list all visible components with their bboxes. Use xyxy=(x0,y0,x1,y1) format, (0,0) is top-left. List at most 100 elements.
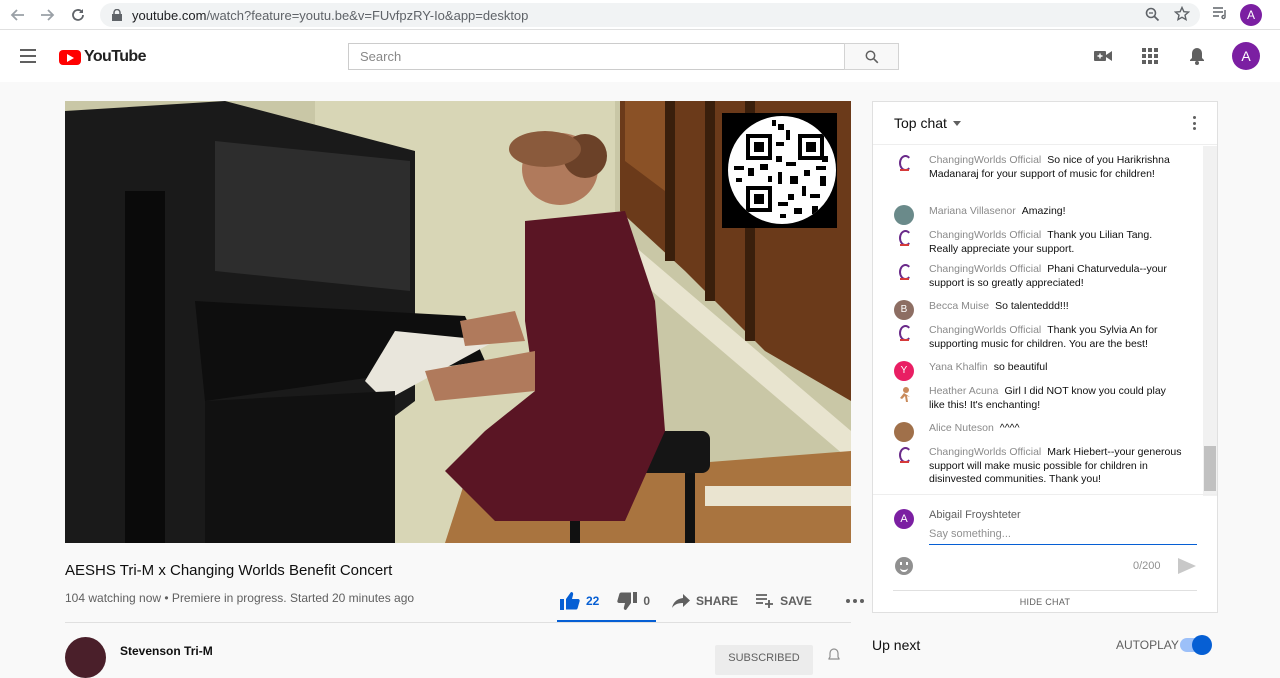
autoplay-label: AUTOPLAY xyxy=(1116,638,1179,652)
chat-author: Yana Khalfin xyxy=(929,361,988,373)
chat-author: Becca Muise xyxy=(929,300,990,312)
youtube-logo[interactable]: YouTube xyxy=(59,48,146,66)
chat-text: So talenteddd!!! xyxy=(995,300,1069,312)
playlist-add-icon xyxy=(756,594,774,608)
changingworlds-logo-icon xyxy=(894,154,914,174)
chat-author: ChangingWorlds Official xyxy=(929,324,1042,336)
youtube-header: YouTube Search A xyxy=(0,30,1280,82)
live-chat-panel: Top chat ChangingWorlds Official So nice … xyxy=(872,101,1218,613)
user-photo-avatar xyxy=(894,422,914,442)
save-button[interactable]: SAVE xyxy=(756,594,812,608)
user-initial-avatar: Y xyxy=(894,361,914,381)
chat-message: B Becca Muise So talenteddd!!! xyxy=(894,300,1184,320)
lock-icon xyxy=(112,8,122,21)
menu-icon[interactable] xyxy=(20,49,36,63)
chat-text: Amazing! xyxy=(1021,205,1066,217)
send-icon[interactable] xyxy=(1178,558,1196,574)
browser-toolbar: youtube.com/watch?feature=youtu.be&v=FUv… xyxy=(0,0,1280,30)
input-user-avatar: A xyxy=(894,509,914,529)
video-player[interactable] xyxy=(65,101,851,543)
chat-input-area: A Abigail Froyshteter Say something... 0… xyxy=(873,494,1217,612)
input-username: Abigail Froyshteter xyxy=(929,509,1021,521)
dislike-button[interactable]: 0 xyxy=(617,592,650,610)
notifications-bell-icon[interactable] xyxy=(1185,44,1209,68)
dislike-count: 0 xyxy=(643,594,651,608)
changingworlds-logo-icon xyxy=(894,263,914,283)
search-icon xyxy=(865,50,878,63)
share-button[interactable]: SHARE xyxy=(672,594,738,608)
address-bar[interactable]: youtube.com/watch?feature=youtu.be&v=FUv… xyxy=(100,3,1200,27)
logo-text: YouTube xyxy=(84,48,146,65)
video-title: AESHS Tri-M x Changing Worlds Benefit Co… xyxy=(65,562,393,579)
apps-grid-icon[interactable] xyxy=(1138,44,1162,68)
changingworlds-logo-icon xyxy=(894,324,914,344)
channel-bell-icon[interactable] xyxy=(828,648,840,665)
search-input[interactable]: Search xyxy=(348,43,845,70)
share-label: SHARE xyxy=(696,594,739,608)
chat-author: Heather Acuna xyxy=(929,385,999,397)
search-button[interactable] xyxy=(844,43,899,70)
more-horizontal-icon xyxy=(845,599,864,603)
chat-message: Y Yana Khalfin so beautiful xyxy=(894,361,1184,381)
thumbs-up-icon xyxy=(560,592,580,610)
chat-mode-selector[interactable]: Top chat xyxy=(894,115,947,131)
url-host: youtube.com xyxy=(132,7,207,23)
user-photo-avatar xyxy=(894,205,914,225)
char-counter: 0/200 xyxy=(1133,560,1161,572)
share-arrow-icon xyxy=(672,594,691,608)
chat-message: Mariana Villasenor Amazing! xyxy=(894,205,1184,225)
bookmark-star-icon[interactable] xyxy=(1173,5,1191,27)
qr-pattern xyxy=(734,120,828,218)
back-arrow-icon[interactable] xyxy=(4,1,32,29)
qr-code xyxy=(722,113,837,228)
changingworlds-logo-icon xyxy=(894,446,914,466)
chat-author: Alice Nuteson xyxy=(929,422,994,434)
play-logo-icon xyxy=(59,49,81,65)
like-count: 22 xyxy=(586,594,600,608)
zoom-icon[interactable] xyxy=(1145,7,1160,27)
autoplay-toggle-knob[interactable] xyxy=(1192,635,1212,655)
chat-more-icon[interactable] xyxy=(1193,116,1197,130)
chat-scrollbar[interactable] xyxy=(1203,146,1217,496)
chat-message: ChangingWorlds Official Mark Hiebert--you… xyxy=(894,446,1184,487)
forward-arrow-icon[interactable] xyxy=(33,1,61,29)
create-video-icon[interactable] xyxy=(1091,44,1115,68)
chat-message: ChangingWorlds Official Thank you Lilian … xyxy=(894,229,1184,256)
subscribed-button[interactable]: SUBSCRIBED xyxy=(715,645,813,675)
chat-message: ChangingWorlds Official Thank you Sylvia … xyxy=(894,324,1184,351)
chat-message: Alice Nuteson ^^^^ xyxy=(894,422,1184,442)
url-path: /watch?feature=youtu.be&v=FUvfpzRY-Io&ap… xyxy=(206,7,529,23)
chat-messages: ChangingWorlds Official So nice of you Ha… xyxy=(873,152,1203,492)
chat-author: Mariana Villasenor xyxy=(929,205,1016,217)
chat-message-input[interactable]: Say something... xyxy=(929,528,1197,545)
reload-icon[interactable] xyxy=(64,1,92,29)
channel-avatar[interactable] xyxy=(65,637,106,678)
divider xyxy=(65,622,851,623)
up-next-heading: Up next xyxy=(872,637,921,653)
chat-text: so beautiful xyxy=(993,361,1048,373)
chat-scrollbar-thumb[interactable] xyxy=(1204,446,1216,491)
video-actions: 22 0 SHARE SAVE xyxy=(560,589,864,613)
chat-author: ChangingWorlds Official xyxy=(929,446,1042,458)
video-meta: 104 watching now • Premiere in progress.… xyxy=(65,591,415,605)
emoji-icon[interactable] xyxy=(895,557,913,575)
save-label: SAVE xyxy=(780,594,812,608)
thumbs-down-icon xyxy=(617,592,638,610)
chat-message: ChangingWorlds Official So nice of you Ha… xyxy=(894,154,1184,181)
caret-down-icon[interactable] xyxy=(952,120,961,126)
chat-message: Heather Acuna Girl I did NOT know you cou… xyxy=(894,385,1184,412)
chat-author: ChangingWorlds Official xyxy=(929,229,1042,241)
like-button[interactable]: 22 xyxy=(560,592,599,610)
more-actions-button[interactable] xyxy=(845,599,864,603)
user-photo-avatar xyxy=(894,385,914,405)
chat-header: Top chat xyxy=(873,102,1217,145)
browser-profile-avatar[interactable]: A xyxy=(1240,4,1262,26)
user-initial-avatar: B xyxy=(894,300,914,320)
account-avatar[interactable]: A xyxy=(1232,42,1260,70)
chat-author: ChangingWorlds Official xyxy=(929,263,1042,275)
hide-chat-button[interactable]: HIDE CHAT xyxy=(893,590,1197,612)
changingworlds-logo-icon xyxy=(894,229,914,249)
channel-name[interactable]: Stevenson Tri-M xyxy=(120,644,213,658)
reading-list-icon[interactable] xyxy=(1212,6,1228,23)
chat-message: ChangingWorlds Official Phani Chaturvedul… xyxy=(894,263,1184,290)
